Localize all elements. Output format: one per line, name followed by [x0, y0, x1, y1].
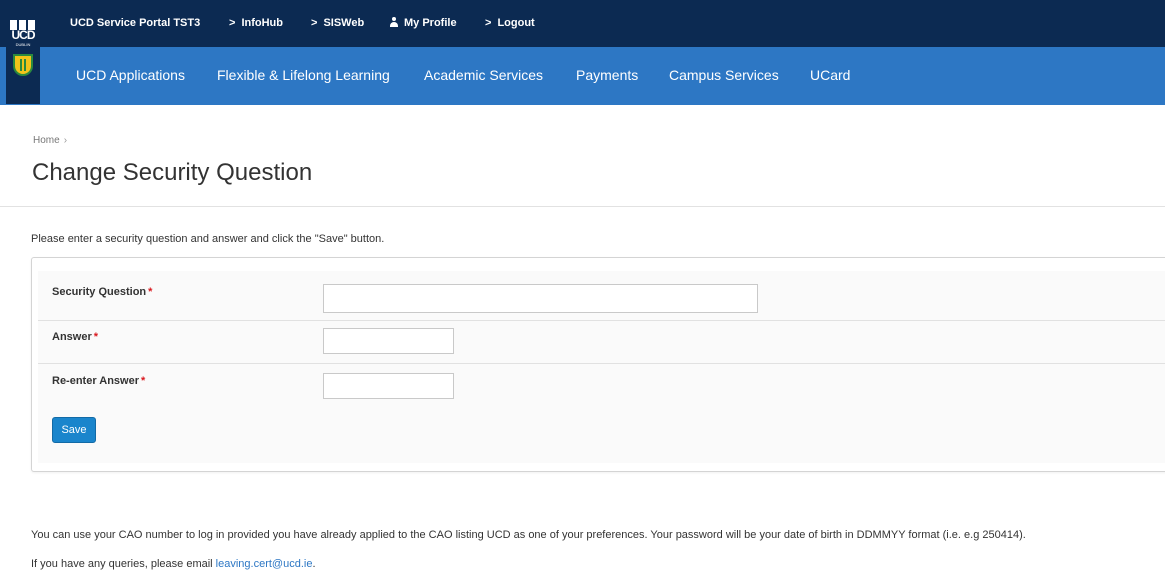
page-title: Change Security Question [32, 159, 313, 186]
queries-suffix: . [312, 558, 316, 570]
my-profile-label: My Profile [404, 17, 457, 29]
row-divider [38, 363, 1165, 364]
logout-label: Logout [497, 17, 535, 29]
security-question-input[interactable] [323, 284, 758, 313]
user-icon [390, 17, 398, 27]
sisweb-link[interactable]: > SISWeb [311, 17, 364, 29]
nav-campus-services[interactable]: Campus Services [669, 67, 779, 83]
security-question-label-text: Security Question [52, 286, 147, 298]
logo-text: UCD [11, 28, 36, 42]
nav-ucard[interactable]: UCard [810, 67, 850, 83]
answer-input[interactable] [323, 328, 454, 354]
nav-flexible-lifelong-learning[interactable]: Flexible & Lifelong Learning [217, 67, 390, 83]
chevron-right-icon: > [311, 17, 318, 29]
required-marker: * [148, 286, 153, 298]
ucd-logo[interactable]: UCD DUBLIN [6, 14, 40, 104]
required-marker: * [93, 331, 99, 343]
queries-prefix: If you have any queries, please email [31, 558, 216, 570]
reenter-answer-label-text: Re-enter Answer [52, 375, 140, 387]
breadcrumb: Home › [33, 135, 67, 146]
sisweb-label: SISWeb [323, 17, 365, 29]
required-marker: * [141, 375, 146, 387]
nav-payments[interactable]: Payments [576, 67, 638, 83]
chevron-right-icon: > [485, 17, 492, 29]
intro-text: Please enter a security question and ans… [31, 233, 385, 245]
my-profile-link[interactable]: My Profile [390, 17, 457, 29]
chevron-right-icon: > [229, 17, 236, 29]
contact-email-link[interactable]: leaving.cert@ucd.ie [216, 558, 313, 570]
nav-academic-services[interactable]: Academic Services [424, 67, 543, 83]
cao-login-note: You can use your CAO number to log in pr… [31, 529, 1026, 541]
infohub-label: InfoHub [241, 17, 283, 29]
breadcrumb-separator: › [63, 135, 68, 146]
service-portal-link[interactable]: UCD Service Portal TST3 [70, 17, 200, 29]
logout-link[interactable]: > Logout [485, 17, 535, 29]
title-divider [0, 206, 1165, 207]
crest-icon [13, 54, 33, 76]
row-divider [38, 320, 1165, 321]
queries-note: If you have any queries, please email le… [31, 558, 316, 570]
breadcrumb-home[interactable]: Home [33, 135, 60, 146]
security-question-label: Security Question * [52, 286, 152, 298]
logo-subtext: DUBLIN [15, 42, 31, 47]
nav-ucd-applications[interactable]: UCD Applications [76, 67, 185, 83]
reenter-answer-input[interactable] [323, 373, 454, 399]
answer-label: Answer * [52, 331, 98, 343]
infohub-link[interactable]: > InfoHub [229, 17, 283, 29]
service-portal-label: UCD Service Portal TST3 [70, 17, 201, 29]
reenter-answer-label: Re-enter Answer * [52, 375, 145, 387]
answer-label-text: Answer [52, 331, 92, 343]
save-button[interactable]: Save [52, 417, 96, 443]
